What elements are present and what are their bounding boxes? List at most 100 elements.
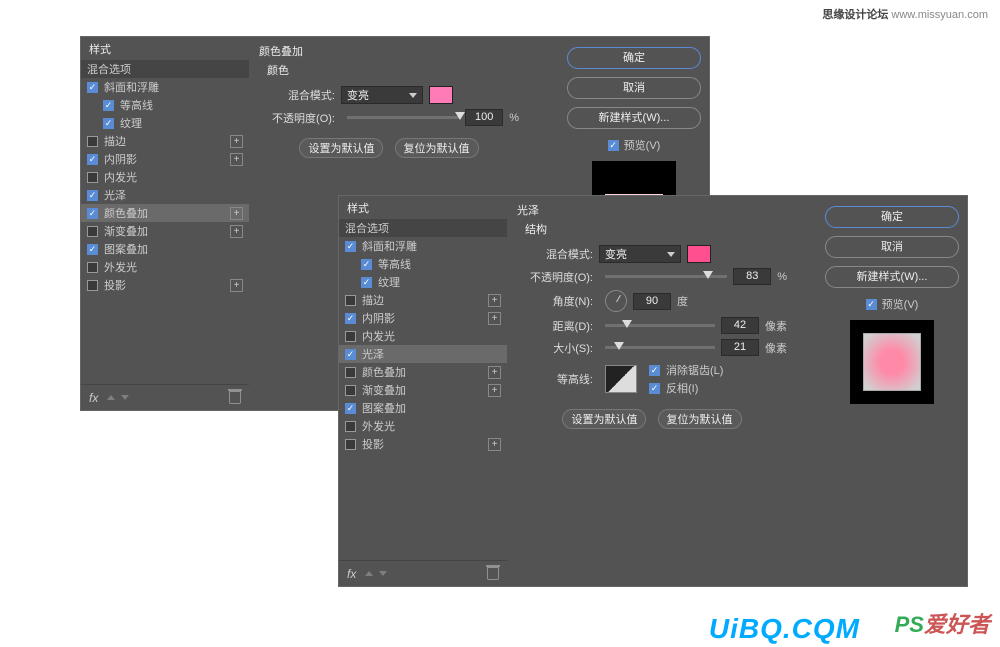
opacity-value[interactable]: 83	[733, 268, 771, 285]
style-checkbox[interactable]	[87, 208, 98, 219]
reset-default-button[interactable]: 复位为默认值	[658, 409, 742, 429]
add-effect-icon[interactable]: +	[230, 207, 243, 220]
style-checkbox[interactable]	[87, 136, 98, 147]
invert-checkbox[interactable]	[649, 383, 660, 394]
add-effect-icon[interactable]: +	[488, 312, 501, 325]
ok-button[interactable]: 确定	[567, 47, 701, 69]
move-down-icon[interactable]	[121, 395, 129, 400]
style-item-7[interactable]: 颜色叠加+	[339, 363, 507, 381]
style-item-label: 等高线	[120, 97, 153, 113]
style-checkbox[interactable]	[345, 367, 356, 378]
style-item-3[interactable]: 描边+	[339, 291, 507, 309]
style-checkbox[interactable]	[345, 331, 356, 342]
style-checkbox[interactable]	[345, 421, 356, 432]
style-item-1[interactable]: 等高线	[339, 255, 507, 273]
add-effect-icon[interactable]: +	[230, 225, 243, 238]
style-checkbox[interactable]	[361, 259, 372, 270]
style-checkbox[interactable]	[87, 154, 98, 165]
make-default-button[interactable]: 设置为默认值	[562, 409, 646, 429]
fx-label[interactable]: fx	[347, 567, 356, 581]
antialias-checkbox[interactable]	[649, 365, 660, 376]
style-checkbox[interactable]	[361, 277, 372, 288]
preview-checkbox[interactable]	[608, 140, 619, 151]
style-checkbox[interactable]	[345, 385, 356, 396]
style-item-1[interactable]: 等高线	[81, 96, 249, 114]
style-item-7[interactable]: 颜色叠加+	[81, 204, 249, 222]
style-item-2[interactable]: 纹理	[81, 114, 249, 132]
style-checkbox[interactable]	[87, 226, 98, 237]
style-checkbox[interactable]	[345, 403, 356, 414]
make-default-button[interactable]: 设置为默认值	[299, 138, 383, 158]
angle-dial[interactable]	[605, 290, 627, 312]
fx-label[interactable]: fx	[89, 391, 98, 405]
blend-mode-dropdown[interactable]: 变亮	[341, 86, 423, 104]
add-effect-icon[interactable]: +	[488, 384, 501, 397]
style-item-5[interactable]: 内发光	[81, 168, 249, 186]
add-effect-icon[interactable]: +	[488, 366, 501, 379]
distance-value[interactable]: 42	[721, 317, 759, 334]
size-slider[interactable]	[605, 346, 715, 349]
style-item-6[interactable]: 光泽	[339, 345, 507, 363]
trash-icon[interactable]	[487, 567, 499, 580]
style-item-4[interactable]: 内阴影+	[339, 309, 507, 327]
trash-icon[interactable]	[229, 391, 241, 404]
style-item-10[interactable]: 外发光	[81, 258, 249, 276]
style-checkbox[interactable]	[87, 244, 98, 255]
contour-picker[interactable]	[605, 365, 637, 393]
angle-value[interactable]: 90	[633, 293, 671, 310]
color-swatch[interactable]	[687, 245, 711, 263]
style-checkbox[interactable]	[345, 241, 356, 252]
move-up-icon[interactable]	[107, 395, 115, 400]
size-label: 大小(S):	[517, 340, 599, 356]
opacity-value[interactable]: 100	[465, 109, 503, 126]
move-up-icon[interactable]	[365, 571, 373, 576]
add-effect-icon[interactable]: +	[230, 135, 243, 148]
add-effect-icon[interactable]: +	[230, 153, 243, 166]
style-item-11[interactable]: 投影+	[339, 435, 507, 453]
style-item-5[interactable]: 内发光	[339, 327, 507, 345]
new-style-button[interactable]: 新建样式(W)...	[825, 266, 959, 288]
style-item-9[interactable]: 图案叠加	[81, 240, 249, 258]
style-item-8[interactable]: 渐变叠加+	[81, 222, 249, 240]
style-checkbox[interactable]	[87, 82, 98, 93]
style-item-4[interactable]: 内阴影+	[81, 150, 249, 168]
style-checkbox[interactable]	[345, 295, 356, 306]
opacity-slider[interactable]	[605, 275, 727, 278]
style-item-11[interactable]: 投影+	[81, 276, 249, 294]
style-item-0[interactable]: 斜面和浮雕	[81, 78, 249, 96]
style-checkbox[interactable]	[103, 118, 114, 129]
reset-default-button[interactable]: 复位为默认值	[395, 138, 479, 158]
size-value[interactable]: 21	[721, 339, 759, 356]
blending-options[interactable]: 混合选项	[81, 60, 249, 78]
distance-slider[interactable]	[605, 324, 715, 327]
style-item-6[interactable]: 光泽	[81, 186, 249, 204]
style-checkbox[interactable]	[87, 280, 98, 291]
add-effect-icon[interactable]: +	[488, 294, 501, 307]
opacity-slider[interactable]	[347, 116, 459, 119]
cancel-button[interactable]: 取消	[825, 236, 959, 258]
style-item-10[interactable]: 外发光	[339, 417, 507, 435]
blending-options[interactable]: 混合选项	[339, 219, 507, 237]
style-checkbox[interactable]	[345, 313, 356, 324]
blend-mode-dropdown[interactable]: 变亮	[599, 245, 681, 263]
style-checkbox[interactable]	[87, 190, 98, 201]
preview-checkbox[interactable]	[866, 299, 877, 310]
add-effect-icon[interactable]: +	[488, 438, 501, 451]
ok-button[interactable]: 确定	[825, 206, 959, 228]
color-swatch[interactable]	[429, 86, 453, 104]
style-checkbox[interactable]	[345, 439, 356, 450]
style-checkbox[interactable]	[103, 100, 114, 111]
new-style-button[interactable]: 新建样式(W)...	[567, 107, 701, 129]
style-item-3[interactable]: 描边+	[81, 132, 249, 150]
style-item-2[interactable]: 纹理	[339, 273, 507, 291]
add-effect-icon[interactable]: +	[230, 279, 243, 292]
style-item-8[interactable]: 渐变叠加+	[339, 381, 507, 399]
move-down-icon[interactable]	[379, 571, 387, 576]
style-checkbox[interactable]	[87, 262, 98, 273]
style-item-0[interactable]: 斜面和浮雕	[339, 237, 507, 255]
style-checkbox[interactable]	[87, 172, 98, 183]
style-checkbox[interactable]	[345, 349, 356, 360]
style-item-9[interactable]: 图案叠加	[339, 399, 507, 417]
watermark-ps: PS爱好者	[895, 607, 990, 639]
cancel-button[interactable]: 取消	[567, 77, 701, 99]
